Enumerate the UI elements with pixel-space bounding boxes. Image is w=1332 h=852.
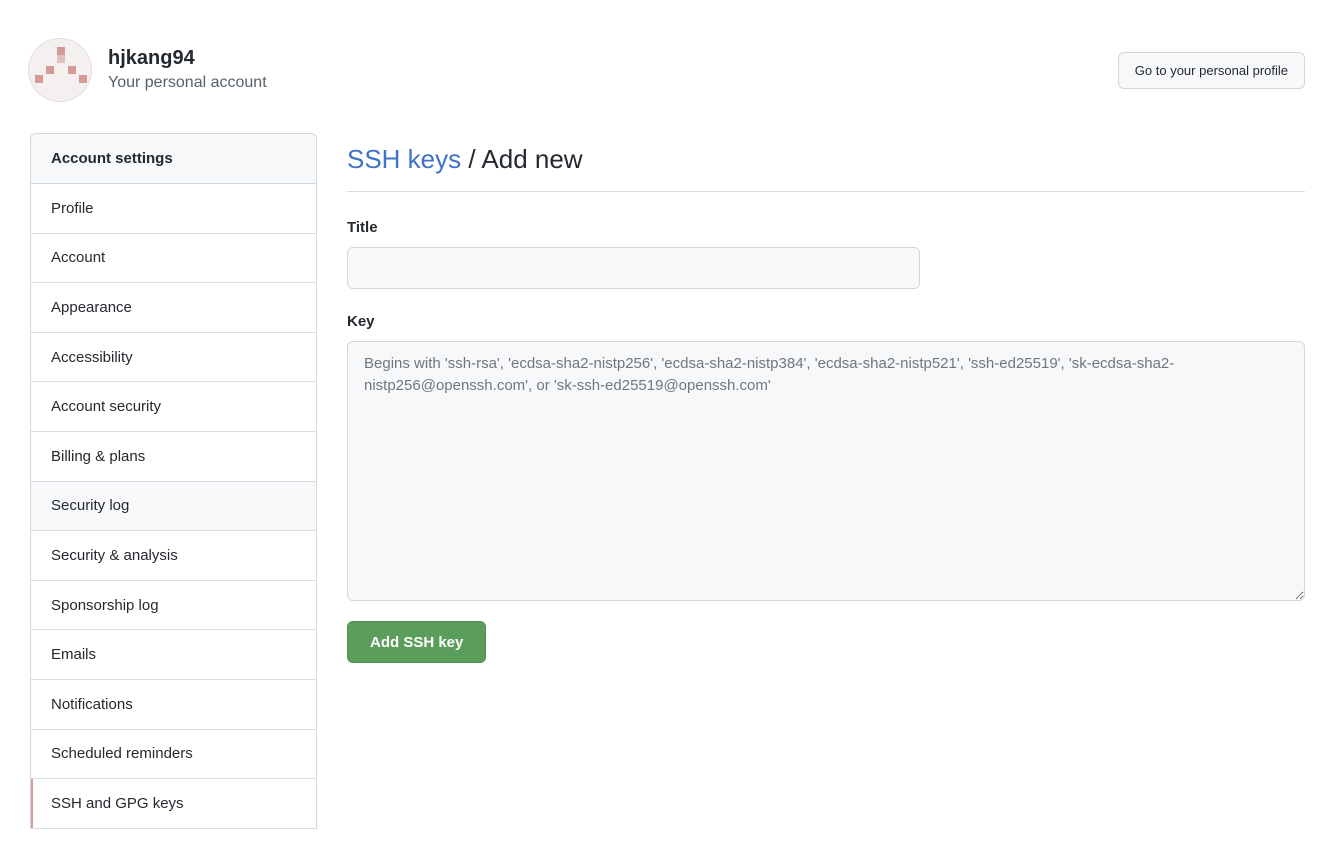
title-label: Title: [347, 219, 378, 236]
sidebar-item-security-log[interactable]: Security log: [31, 481, 316, 532]
account-header: hjkang94 Your personal account: [28, 38, 267, 102]
sidebar-item-profile[interactable]: Profile: [31, 184, 316, 234]
sidebar-item-account-security[interactable]: Account security: [31, 382, 316, 432]
main-content: SSH keys / Add new Title Key Add SSH key: [347, 133, 1305, 663]
sidebar-item-appearance[interactable]: Appearance: [31, 283, 316, 333]
go-to-profile-button[interactable]: Go to your personal profile: [1117, 52, 1305, 89]
avatar[interactable]: [28, 38, 92, 102]
sidebar-item-billing-plans[interactable]: Billing & plans: [31, 432, 316, 482]
account-text: hjkang94 Your personal account: [108, 46, 267, 94]
settings-sidebar: Account settings Profile Account Appeara…: [30, 133, 317, 829]
sidebar-item-emails[interactable]: Emails: [31, 630, 316, 680]
sidebar-item-sponsorship-log[interactable]: Sponsorship log: [31, 581, 316, 631]
add-ssh-key-button[interactable]: Add SSH key: [347, 621, 487, 663]
breadcrumb-separator: /: [461, 144, 482, 174]
sidebar-item-security-analysis[interactable]: Security & analysis: [31, 531, 316, 581]
breadcrumb-ssh-keys-link[interactable]: SSH keys: [347, 144, 461, 174]
title-input[interactable]: [347, 247, 920, 289]
sidebar-item-scheduled-reminders[interactable]: Scheduled reminders: [31, 730, 316, 780]
sidebar-item-ssh-gpg-keys[interactable]: SSH and GPG keys: [31, 779, 316, 829]
key-label: Key: [347, 313, 375, 330]
key-textarea[interactable]: [347, 341, 1305, 601]
sidebar-item-notifications[interactable]: Notifications: [31, 680, 316, 730]
breadcrumb-current: Add new: [481, 144, 583, 174]
account-username[interactable]: hjkang94: [108, 46, 267, 70]
sidebar-item-accessibility[interactable]: Accessibility: [31, 333, 316, 383]
sidebar-heading: Account settings: [31, 134, 316, 184]
settings-page: hjkang94 Your personal account Go to you…: [0, 0, 1332, 852]
account-subtitle: Your personal account: [108, 74, 267, 91]
page-title: SSH keys / Add new: [347, 133, 1305, 192]
sidebar-item-account[interactable]: Account: [31, 234, 316, 284]
